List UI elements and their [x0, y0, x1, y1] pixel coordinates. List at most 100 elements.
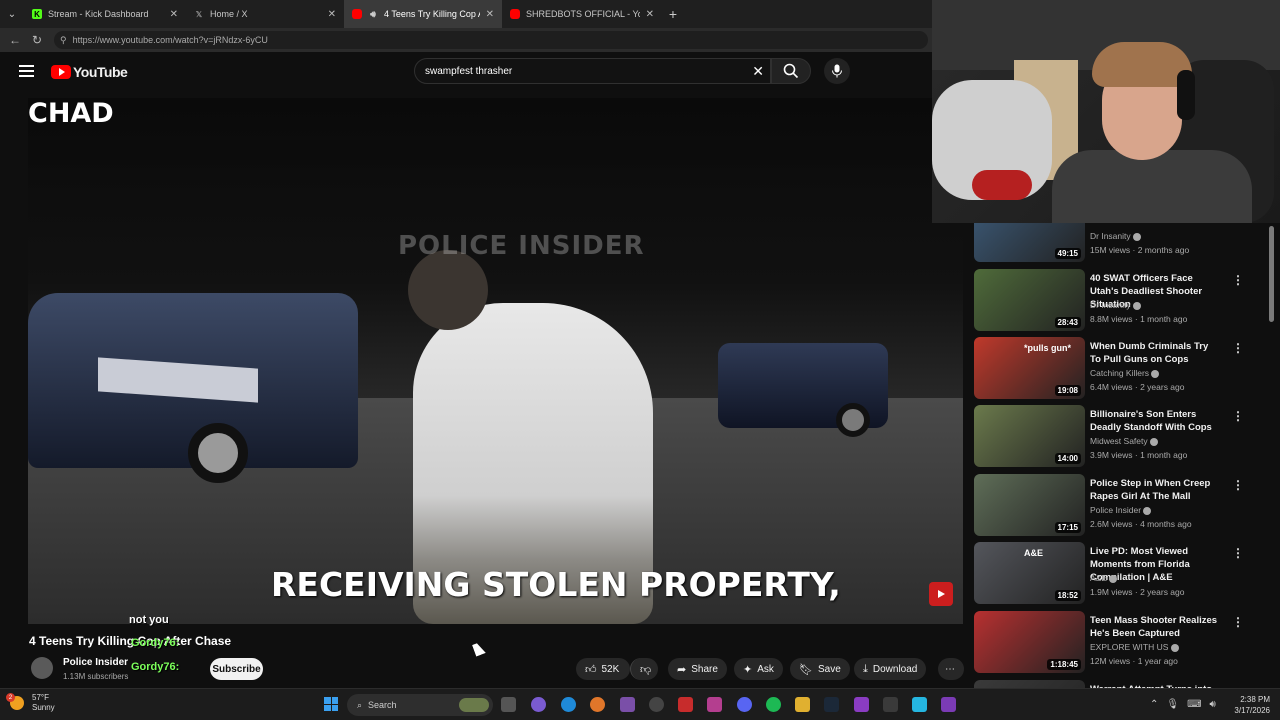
youtube-logo[interactable]: YouTube [51, 64, 128, 80]
recommendation-item[interactable]: 49:15In Solitary BedroomDr Insanity 15M … [972, 222, 1262, 266]
app-icon[interactable] [883, 697, 898, 712]
recommendation-channel[interactable]: Dr Insanity [1090, 300, 1141, 310]
video-thumbnail[interactable]: *pulls gun* 19:08 [974, 337, 1085, 399]
fx-icon[interactable] [941, 697, 956, 712]
video-thumbnail[interactable]: 28:43 [974, 269, 1085, 331]
system-clock[interactable]: 2:38 PM 3/17/2026 [1228, 694, 1270, 716]
more-vertical-icon[interactable]: ⋮ [1232, 273, 1244, 287]
obs-icon[interactable] [649, 697, 664, 712]
more-vertical-icon[interactable]: ⋮ [1232, 478, 1244, 492]
chevron-up-icon[interactable]: ⌃ [1150, 699, 1158, 710]
taskbar-search[interactable]: ⌕ Search [347, 694, 493, 716]
app-icon[interactable] [854, 697, 869, 712]
police-van-graphic [28, 293, 358, 483]
close-icon[interactable]: ✕ [328, 9, 336, 20]
verified-icon [1133, 232, 1141, 241]
recommendation-channel[interactable]: Midwest Safety [1090, 436, 1159, 446]
tab-shredbots[interactable]: SHREDBOTS OFFICIAL - YouTube ✕ [502, 0, 662, 28]
close-icon[interactable]: ✕ [486, 9, 494, 20]
like-button[interactable]: 👍︎ 52K [576, 658, 630, 680]
copilot-icon[interactable] [531, 697, 546, 712]
voice-search-button[interactable] [824, 58, 850, 84]
windows-start-icon[interactable] [324, 697, 338, 711]
firefox-icon[interactable] [590, 697, 605, 712]
more-vertical-icon[interactable]: ⋮ [1232, 615, 1244, 629]
address-bar-row: ← ↻ ⚲ https://www.youtube.com/watch?v=jR… [0, 28, 932, 52]
dislike-button[interactable]: 👎︎ [630, 658, 658, 680]
recommendation-title[interactable]: Teen Mass Shooter Realizes He's Been Cap… [1090, 614, 1220, 640]
video-thumbnail[interactable] [974, 680, 1085, 688]
recommendation-meta: 15M views · 2 months ago [1090, 245, 1190, 255]
app-icon[interactable] [620, 697, 635, 712]
recommendation-channel[interactable]: A&E [1090, 573, 1118, 583]
video-thumbnail[interactable]: A&E 18:52 [974, 542, 1085, 604]
recommendation-item[interactable]: 1:18:45 Teen Mass Shooter Realizes He's B… [972, 611, 1262, 677]
share-button[interactable]: ➦ Share [668, 658, 727, 680]
close-icon[interactable]: ✕ [646, 9, 654, 20]
network-icon[interactable]: ⌨ [1187, 699, 1201, 710]
discord-icon[interactable] [737, 697, 752, 712]
site-info-icon[interactable]: ⚲ [60, 35, 67, 46]
more-vertical-icon[interactable]: ⋮ [1232, 546, 1244, 560]
share-icon: ➦ [677, 663, 687, 676]
app-icon[interactable] [678, 697, 693, 712]
tab-list-chevron-icon[interactable]: ⌄ [0, 0, 24, 28]
recommendation-title[interactable]: Billionaire's Son Enters Deadly Standoff… [1090, 408, 1220, 434]
speaker-icon[interactable]: 🔊︎ [368, 9, 378, 19]
task-view-icon[interactable] [501, 697, 516, 712]
recommendation-title[interactable]: When Dumb Criminals Try To Pull Guns on … [1090, 340, 1220, 366]
recommendation-channel[interactable]: Police Insider [1090, 505, 1152, 515]
music-icon[interactable] [707, 697, 722, 712]
recommendation-channel[interactable]: Catching Killers [1090, 368, 1160, 378]
search-input[interactable]: swampfest thrasher ✕ [414, 58, 771, 84]
video-thumbnail[interactable]: 14:00 [974, 405, 1085, 467]
back-arrow-icon[interactable]: ← [4, 29, 26, 51]
recommendation-item[interactable]: A&E 18:52 Live PD: Most Viewed Moments fro… [972, 542, 1262, 608]
recommendation-channel[interactable]: Dr Insanity [1090, 231, 1141, 241]
tab-label: 4 Teens Try Killing Cop After C [384, 9, 480, 19]
url-field[interactable]: ⚲ https://www.youtube.com/watch?v=jRNdzx… [54, 31, 928, 49]
tab-label: Home / X [210, 9, 248, 19]
save-button[interactable]: 🔖︎ Save [790, 658, 850, 680]
tab-home-x[interactable]: 𝕏 Home / X ✕ [186, 0, 344, 28]
new-tab-button[interactable]: + [662, 0, 684, 28]
close-icon[interactable]: ✕ [170, 9, 178, 20]
channel-subscribe-watermark-icon[interactable] [929, 582, 953, 606]
microphone-icon[interactable]: 🎙︎ [1166, 699, 1179, 710]
video-player[interactable]: POLICE INSIDER CHAD RECEIVING STOLEN PRO… [28, 98, 963, 624]
more-vertical-icon[interactable]: ⋮ [1232, 409, 1244, 423]
video-thumbnail[interactable]: 1:18:45 [974, 611, 1085, 673]
volume-icon[interactable]: 🔊︎ [1210, 699, 1216, 710]
recommendation-item[interactable]: 14:00 Billionaire's Son Enters Deadly Sta… [972, 405, 1262, 471]
file-explorer-icon[interactable] [795, 697, 810, 712]
channel-avatar[interactable] [31, 657, 53, 679]
menu-icon[interactable] [19, 65, 34, 77]
recommendation-item[interactable]: Warrant Attempt Turns into [972, 680, 1262, 688]
more-vertical-icon[interactable]: ⋮ [1232, 341, 1244, 355]
sparkle-icon: ✦ [743, 663, 753, 676]
tab-youtube-video[interactable]: 🔊︎ 4 Teens Try Killing Cop After C ✕ [344, 0, 502, 28]
sidebar-scrollbar[interactable] [1269, 226, 1274, 322]
edge-icon[interactable] [561, 697, 576, 712]
recommendation-item[interactable]: 17:15 Police Step in When Creep Rapes Gir… [972, 474, 1262, 540]
download-button[interactable]: ⤓ Download [854, 658, 927, 680]
video-thumbnail[interactable]: 49:15 [974, 222, 1085, 262]
tab-kick-dashboard[interactable]: K Stream - Kick Dashboard ✕ [24, 0, 186, 28]
search-button[interactable] [771, 58, 811, 84]
reload-icon[interactable]: ↻ [26, 29, 48, 51]
spotify-icon[interactable] [766, 697, 781, 712]
subscribe-button[interactable]: Subscribe [210, 658, 263, 680]
recommendation-title[interactable]: Police Step in When Creep Rapes Girl At … [1090, 477, 1220, 503]
recommendation-channel[interactable]: EXPLORE WITH US [1090, 642, 1179, 652]
recommendation-item[interactable]: 28:43 40 SWAT Officers Face Utah's Deadli… [972, 269, 1262, 335]
more-actions-button[interactable]: ⋯ [938, 658, 964, 680]
app-icon[interactable] [912, 697, 927, 712]
recommendation-item[interactable]: *pulls gun* 19:08 When Dumb Criminals Try … [972, 337, 1262, 403]
steam-icon[interactable] [824, 697, 839, 712]
ask-button[interactable]: ✦ Ask [734, 658, 783, 680]
video-thumbnail[interactable]: 17:15 [974, 474, 1085, 536]
weather-widget[interactable]: 2 57°F Sunny [6, 693, 55, 713]
clear-search-icon[interactable]: ✕ [752, 63, 764, 80]
channel-name[interactable]: Police Insider [63, 657, 128, 668]
search-query: swampfest thrasher [425, 65, 513, 77]
